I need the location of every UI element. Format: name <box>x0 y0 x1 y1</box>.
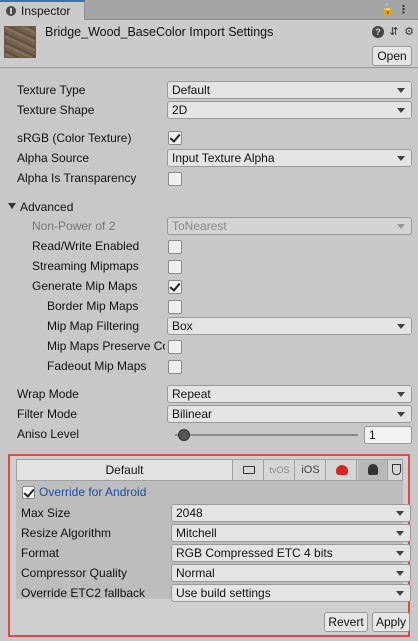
streaming-mipmaps-checkbox[interactable] <box>168 260 182 274</box>
border-mipmaps-checkbox[interactable] <box>168 300 182 314</box>
platform-tabs: Default tvOS iOS <box>16 459 403 481</box>
tab-webgl[interactable] <box>389 460 404 480</box>
mipmaps-preserve-checkbox[interactable] <box>168 340 182 354</box>
advanced-foldout[interactable]: Advanced <box>0 199 200 215</box>
srgb-label: sRGB (Color Texture) <box>17 131 132 145</box>
tab-inspector[interactable]: Inspector <box>0 0 85 20</box>
platform-override-body: Override for Android Max Size 2048 Resiz… <box>16 481 411 602</box>
generate-mipmaps-checkbox[interactable] <box>168 280 182 294</box>
alpha-source-label: Alpha Source <box>17 151 90 165</box>
format-dropdown[interactable]: RGB Compressed ETC 4 bits <box>171 544 411 562</box>
asset-title: Bridge_Wood_BaseColor Import Settings <box>45 25 274 39</box>
tab-bar: Inspector 🔒 ⋮ <box>0 0 418 20</box>
tab-unity-ghost[interactable] <box>327 460 357 480</box>
max-size-label: Max Size <box>21 506 71 520</box>
read-write-label: Read/Write Enabled <box>32 239 140 253</box>
border-mipmaps-label: Border Mip Maps <box>47 299 139 313</box>
kebab-menu-icon[interactable]: ⋮ <box>398 3 409 16</box>
aniso-slider-handle[interactable] <box>178 429 190 441</box>
format-label: Format <box>21 546 60 560</box>
generate-mipmaps-label: Generate Mip Maps <box>32 279 138 293</box>
npot-dropdown: ToNearest <box>167 217 412 235</box>
ghost-icon <box>335 464 348 475</box>
etc2-fallback-dropdown[interactable]: Use build settings <box>171 584 411 602</box>
filter-mode-dropdown[interactable]: Bilinear <box>167 405 412 423</box>
inspector-content: Texture Type Default Texture Shape 2D sR… <box>0 69 418 641</box>
aniso-level-label: Aniso Level <box>17 427 80 441</box>
lock-icon[interactable]: 🔒 <box>381 3 395 16</box>
info-icon <box>6 6 16 16</box>
inspector-header: Bridge_Wood_BaseColor Import Settings ? … <box>0 20 418 68</box>
help-icon[interactable]: ? <box>372 26 384 38</box>
streaming-mipmaps-label: Streaming Mipmaps <box>32 259 139 273</box>
texture-shape-dropdown[interactable]: 2D <box>167 101 412 119</box>
texture-thumbnail <box>4 26 36 58</box>
tab-tvos[interactable]: tvOS <box>265 460 295 480</box>
fadeout-mipmaps-checkbox[interactable] <box>168 360 182 374</box>
npot-label: Non-Power of 2 <box>32 219 116 233</box>
etc2-fallback-label: Override ETC2 fallback <box>21 586 146 600</box>
fadeout-mipmaps-label: Fadeout Mip Maps <box>47 359 147 373</box>
apply-button[interactable]: Apply <box>372 612 410 632</box>
texture-shape-label: Texture Shape <box>17 103 95 117</box>
advanced-label: Advanced <box>20 200 74 214</box>
mipmap-filtering-label: Mip Map Filtering <box>47 319 140 333</box>
android-icon <box>367 464 378 476</box>
platform-settings-panel: Default tvOS iOS Override for Android Ma… <box>8 454 411 637</box>
compressor-quality-label: Compressor Quality <box>21 566 128 580</box>
alpha-transparency-checkbox[interactable] <box>168 172 182 186</box>
max-size-dropdown[interactable]: 2048 <box>171 504 411 522</box>
compressor-quality-dropdown[interactable]: Normal <box>171 564 411 582</box>
override-android-label[interactable]: Override for Android <box>39 485 146 499</box>
mipmap-filtering-dropdown[interactable]: Box <box>167 317 412 335</box>
texture-type-dropdown[interactable]: Default <box>167 81 412 99</box>
resize-algorithm-label: Resize Algorithm <box>21 526 112 540</box>
tab-default[interactable]: Default <box>17 460 233 480</box>
override-android-checkbox[interactable] <box>22 486 35 499</box>
alpha-transparency-label: Alpha Is Transparency <box>17 171 137 185</box>
wrap-mode-dropdown[interactable]: Repeat <box>167 385 412 403</box>
filter-mode-label: Filter Mode <box>17 407 78 421</box>
tab-ios[interactable]: iOS <box>296 460 326 480</box>
resize-algorithm-dropdown[interactable]: Mitchell <box>171 524 411 542</box>
texture-type-label: Texture Type <box>17 83 86 97</box>
tab-label: Inspector <box>21 4 71 18</box>
mipmaps-preserve-label: Mip Maps Preserve Co <box>47 339 165 353</box>
srgb-checkbox[interactable] <box>168 131 182 145</box>
presets-icon[interactable]: ⇵ <box>388 26 400 38</box>
read-write-checkbox[interactable] <box>168 240 182 254</box>
wrap-mode-label: Wrap Mode <box>17 387 79 401</box>
foldout-arrow-icon <box>8 203 16 209</box>
tab-android[interactable] <box>358 460 388 480</box>
aniso-slider-track[interactable] <box>175 434 358 436</box>
monitor-icon <box>242 465 255 474</box>
html5-icon <box>392 464 401 476</box>
open-button[interactable]: Open <box>372 46 412 66</box>
tab-standalone[interactable] <box>234 460 264 480</box>
gear-icon[interactable]: ⚙ <box>403 26 415 38</box>
revert-button[interactable]: Revert <box>324 612 368 632</box>
alpha-source-dropdown[interactable]: Input Texture Alpha <box>167 149 412 167</box>
aniso-level-field[interactable]: 1 <box>364 426 412 444</box>
